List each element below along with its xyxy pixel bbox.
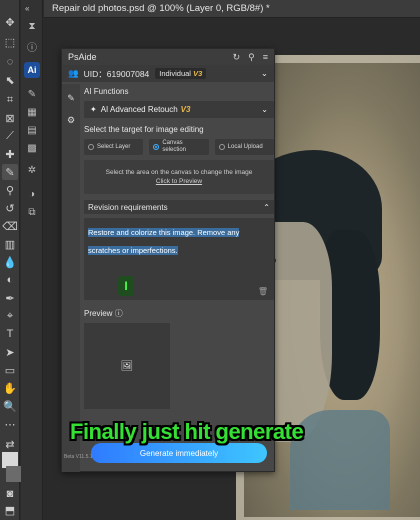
video-caption: Finally just hit generate xyxy=(70,419,304,444)
revision-text: Restore and colorize this image. Remove … xyxy=(88,228,240,255)
marquee-tool-icon[interactable]: ⬚ xyxy=(2,34,18,50)
sparkle-icon: ✦ xyxy=(90,105,97,114)
function-name: AI Advanced Retouch xyxy=(100,105,178,114)
panel-strip: « ⧗ ⓘ Ai ✎ ▦ ▤ ▩ ✲ ◑ ⧉ xyxy=(21,0,43,520)
psaide-panel: PsAide ↻ ⚲ ≡ 👥 UID：619007084 Individual … xyxy=(61,48,275,472)
panel-content: AI Functions ✦ AI Advanced Retouch V3 ⌄ … xyxy=(84,84,274,409)
rectangle-tool-icon[interactable]: ▭ xyxy=(2,362,18,378)
revision-textarea[interactable]: Restore and colorize this image. Remove … xyxy=(84,218,274,300)
panel-title-bar[interactable]: PsAide ↻ ⚲ ≡ xyxy=(62,49,274,65)
gradient-tool-icon[interactable]: ▥ xyxy=(2,236,18,252)
refresh-icon[interactable]: ↻ xyxy=(233,52,241,63)
target-select-layer[interactable]: Select Layer xyxy=(84,139,144,155)
info-icon: ⓘ xyxy=(114,309,123,318)
eraser-tool-icon[interactable]: ⌫ xyxy=(2,218,18,234)
document-tab-title: Repair old photos.psd @ 100% (Layer 0, R… xyxy=(52,3,270,14)
screen-mode-icon[interactable]: ⬒ xyxy=(2,502,18,518)
plan-version: V3 xyxy=(193,69,203,78)
preview-box[interactable]: 🖼 xyxy=(84,323,170,409)
uid-text: UID：619007084 xyxy=(83,68,150,79)
history-panel-icon[interactable]: ⧗ xyxy=(24,18,40,34)
settings-gear-icon[interactable]: ⚙ xyxy=(65,114,77,126)
revision-section-header[interactable]: Revision requirements ⌃ xyxy=(84,200,274,214)
account-chevron-down-icon[interactable]: ⌄ xyxy=(261,68,268,79)
revision-label: Revision requirements xyxy=(88,202,168,212)
info-panel-icon[interactable]: ⓘ xyxy=(24,38,40,54)
document-tab[interactable]: Repair old photos.psd @ 100% (Layer 0, R… xyxy=(44,0,420,18)
generate-button[interactable]: Generate immediately xyxy=(91,443,267,463)
user-icon: 👥 xyxy=(68,68,79,78)
preview-label: Preview xyxy=(84,309,113,318)
background-color-swatch[interactable] xyxy=(6,466,22,482)
photoshop-window: ✥ ⬚ ◌ ⬉ ⌗ ⊠ ⟋ ✚ ✎ ⚲ ↺ ⌫ ▥ 💧 ◐ ✒ ⌖ T ➤ ▭ … xyxy=(0,0,420,520)
ai-functions-label: AI Functions xyxy=(84,87,129,96)
actions-panel-icon[interactable]: ✲ xyxy=(24,162,40,178)
account-row: 👥 UID：619007084 Individual V3 ⌄ xyxy=(62,65,274,82)
brush-nav-icon[interactable]: ✎ xyxy=(65,92,77,104)
version-text: Beta V11.5.1 xyxy=(64,454,93,460)
click-to-preview-link[interactable]: Click to Preview xyxy=(156,178,202,185)
image-placeholder-icon: 🖼 xyxy=(120,360,134,372)
hand-tool-icon[interactable]: ✋ xyxy=(2,380,18,396)
history-brush-tool-icon[interactable]: ↺ xyxy=(2,200,18,216)
target-label: Select the target for image editing xyxy=(84,125,204,134)
canvas-selection-box[interactable]: Select the area on the canvas to change … xyxy=(84,160,274,194)
menu-icon[interactable]: ≡ xyxy=(263,52,268,62)
preview-header: Preview ⓘ xyxy=(84,308,274,319)
function-badge: V3 xyxy=(180,105,191,114)
photo-shoulder xyxy=(290,410,390,510)
target-options: Select Layer Canvas selection Local Uplo… xyxy=(84,139,274,155)
target-local-upload[interactable]: Local Upload xyxy=(214,139,274,155)
healing-brush-tool-icon[interactable]: ✚ xyxy=(2,146,18,162)
zoom-tool-icon[interactable]: 🔍 xyxy=(2,398,18,414)
dodge-tool-icon[interactable]: ◐ xyxy=(2,272,18,288)
layers-panel-icon[interactable]: ⧉ xyxy=(24,204,40,220)
collapse-chevron-icon[interactable]: « xyxy=(25,4,29,13)
function-select[interactable]: ✦ AI Advanced Retouch V3 ⌄ xyxy=(84,101,274,118)
patterns-panel-icon[interactable]: ▩ xyxy=(24,140,40,156)
brush-tool-icon[interactable]: ✎ xyxy=(2,164,18,180)
text-cursor-icon: I xyxy=(118,276,134,296)
target-label-1: Canvas selection xyxy=(162,140,187,153)
panel-title: PsAide xyxy=(68,52,97,62)
quick-mask-icon[interactable]: ◙ xyxy=(2,486,18,502)
swatches-panel-icon[interactable]: ▦ xyxy=(24,104,40,120)
eyedropper-tool-icon[interactable]: ⟋ xyxy=(2,128,18,144)
pin-icon[interactable]: ⚲ xyxy=(248,52,255,63)
generate-button-label: Generate immediately xyxy=(139,448,219,458)
more-tools-icon[interactable]: ⋯ xyxy=(2,416,18,432)
type-tool-icon[interactable]: T xyxy=(2,326,18,342)
adjustments-panel-icon[interactable]: ◑ xyxy=(24,186,40,202)
frame-tool-icon[interactable]: ⊠ xyxy=(2,110,18,126)
brush-panel-icon[interactable]: ✎ xyxy=(24,86,40,102)
collapse-chevron-up-icon[interactable]: ⌃ xyxy=(263,203,270,212)
lasso-tool-icon[interactable]: ◌ xyxy=(2,54,18,70)
panel-side-nav: ✎ ⚙ xyxy=(62,84,80,472)
trash-icon[interactable]: 🗑 xyxy=(258,287,268,296)
target-label-2: Local Upload xyxy=(227,143,263,150)
object-select-tool-icon[interactable]: ⬉ xyxy=(2,72,18,88)
plan-label: Individual xyxy=(159,69,191,78)
path-select-tool-icon[interactable]: ➤ xyxy=(2,344,18,360)
target-canvas-selection[interactable]: Canvas selection xyxy=(149,139,209,155)
canvas-hint: Select the area on the canvas to change … xyxy=(105,169,253,176)
clone-stamp-tool-icon[interactable]: ⚲ xyxy=(2,182,18,198)
crop-tool-icon[interactable]: ⌗ xyxy=(2,92,18,108)
move-tool-icon[interactable]: ✥ xyxy=(2,14,18,30)
gradients-panel-icon[interactable]: ▤ xyxy=(24,122,40,138)
psaide-plugin-icon[interactable]: Ai xyxy=(24,62,40,78)
pen-tool-icon[interactable]: ✒ xyxy=(2,290,18,306)
plan-badge: Individual V3 xyxy=(155,68,207,79)
blur-tool-icon[interactable]: 💧 xyxy=(2,254,18,270)
tools-panel: ✥ ⬚ ◌ ⬉ ⌗ ⊠ ⟋ ✚ ✎ ⚲ ↺ ⌫ ▥ 💧 ◐ ✒ ⌖ T ➤ ▭ … xyxy=(0,0,22,520)
chevron-down-icon: ⌄ xyxy=(261,105,268,114)
swap-colors-icon[interactable]: ⇄ xyxy=(2,436,18,452)
pen-anchor-tool-icon[interactable]: ⌖ xyxy=(2,308,18,324)
target-label-0: Select Layer xyxy=(97,143,131,150)
